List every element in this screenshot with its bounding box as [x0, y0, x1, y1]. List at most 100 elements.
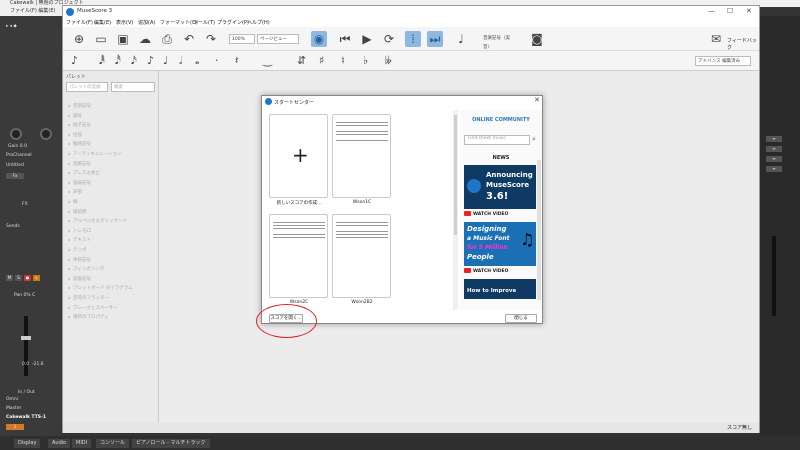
menu-file[interactable]: ファイル(F)	[66, 19, 93, 26]
workspace-select[interactable]: アドバンス 編集済み	[695, 56, 751, 66]
duration-16th-icon[interactable]: 𝅘𝅥𝅯	[131, 54, 137, 68]
sharp-icon[interactable]: ♯	[319, 54, 324, 67]
community-scrollbar[interactable]	[537, 160, 541, 300]
menu-help[interactable]: ヘルプ(H)	[247, 19, 270, 26]
undo-icon[interactable]: ↶	[181, 31, 197, 47]
tab-audio[interactable]: Audio	[48, 439, 71, 448]
record-button[interactable]: ●	[24, 275, 31, 281]
gain-knob-right[interactable]	[40, 128, 52, 140]
watch-video-link-1[interactable]: WATCH VIDEO	[464, 211, 508, 217]
palette-item[interactable]: 装飾記号	[73, 161, 91, 167]
dot-icon[interactable]: ·	[215, 54, 219, 67]
palette-item[interactable]: アルペジオ＆グリッサンド	[73, 218, 127, 224]
feedback-label[interactable]: フィードバック	[727, 37, 759, 51]
metronome-icon[interactable]: ♩	[453, 31, 469, 47]
palette-item[interactable]: 声部	[73, 189, 82, 195]
feedback-mail-icon[interactable]: ✉	[708, 31, 724, 47]
new-score-card[interactable]: +	[269, 114, 328, 198]
search-icon[interactable]: ⌕	[532, 135, 536, 144]
promo-musescore-36[interactable]: Announcing MuseScore 3.6!	[464, 165, 536, 209]
palette-item[interactable]: 音符のフラッター	[73, 295, 109, 301]
palette-search-input[interactable]: 検索	[111, 82, 155, 92]
menu-view[interactable]: 表示(V)	[116, 19, 133, 26]
palette-item[interactable]: テキスト	[73, 237, 91, 243]
cakewalk-menubar[interactable]: ファイル(F) 編集(E)	[0, 7, 62, 16]
view-mode-select[interactable]: ページビュー	[257, 34, 299, 44]
loop-icon[interactable]: ⟳	[381, 31, 397, 47]
duration-quarter-icon[interactable]: ♩	[163, 54, 168, 67]
print-icon[interactable]: ⎙	[159, 31, 175, 47]
score-card-3[interactable]	[332, 214, 391, 298]
solo-button[interactable]: S	[15, 275, 22, 281]
mute-button[interactable]: M	[6, 275, 13, 281]
rewind-icon[interactable]: ⏮	[337, 31, 353, 47]
palette-item[interactable]: 括弧	[73, 132, 82, 138]
cloud-upload-icon[interactable]: ☁	[137, 31, 153, 47]
concert-pitch-label[interactable]: 音楽記号（実音）	[481, 34, 515, 50]
new-score-icon[interactable]: ⊕	[71, 31, 87, 47]
palette-item[interactable]: トレモロ	[73, 228, 91, 234]
score-card-3-label[interactable]: Wson2B2	[327, 300, 397, 305]
note-input-icon[interactable]: ♪	[71, 54, 78, 67]
add-palette-button[interactable]: パレットの追加	[66, 82, 108, 92]
palette-item[interactable]: 線装飾	[73, 209, 87, 215]
zoom-select[interactable]: 100%	[229, 34, 255, 44]
close-icon[interactable]: ✕	[746, 7, 752, 15]
score-grid-scrollbar[interactable]	[453, 110, 458, 310]
palette-item[interactable]: 線	[73, 199, 78, 205]
palette-item[interactable]: 強弱記号	[73, 180, 91, 186]
score-card-2[interactable]	[269, 214, 328, 298]
new-score-label[interactable]: 新しいスコアの作成...	[264, 200, 334, 206]
palette-item[interactable]: 休符記号	[73, 257, 91, 263]
palette-item[interactable]: ブレス＆休止	[73, 170, 100, 176]
loop-out-icon[interactable]: ⏭	[427, 31, 443, 47]
palette-item[interactable]: フレットボード ダイアグラム	[73, 285, 133, 291]
rest-icon[interactable]: 𝄽	[235, 54, 238, 68]
menu-edit[interactable]: 編集(E)	[94, 19, 111, 26]
minimize-icon[interactable]: —	[708, 7, 715, 15]
input-select[interactable]: Omni	[6, 397, 18, 402]
playback-settings-icon[interactable]: ◉	[311, 31, 327, 47]
play-icon[interactable]: ▶	[359, 31, 375, 47]
palette-item[interactable]: アーティキュレーション	[73, 151, 122, 157]
volume-fader-handle[interactable]	[21, 336, 31, 340]
palette-item[interactable]: 音部記号	[73, 103, 91, 109]
close-button[interactable]: 閉じる	[505, 314, 537, 323]
score-card-1-label[interactable]: Wson1C	[327, 200, 397, 205]
menu-add[interactable]: 追加(A)	[138, 19, 155, 26]
palette-item[interactable]: フィンガリング	[73, 266, 104, 272]
tie-icon[interactable]: ‿	[263, 54, 272, 67]
save-icon[interactable]: ▣	[115, 31, 131, 47]
palette-item[interactable]: 場所のプロパティ	[73, 314, 109, 320]
menu-plugins[interactable]: プラグイン(P)	[217, 19, 249, 26]
camera-icon[interactable]: ◙	[529, 31, 545, 47]
right-panel-button-2[interactable]: ≡	[766, 146, 782, 152]
score-card-1[interactable]	[332, 114, 391, 198]
open-folder-icon[interactable]: ▭	[93, 31, 109, 47]
volume-fader-track[interactable]	[24, 316, 28, 376]
duration-64th-icon[interactable]: 𝅘𝅥𝅱	[99, 54, 105, 68]
right-panel-button-4[interactable]: ≡	[766, 166, 782, 172]
palette-item[interactable]: 調号	[73, 113, 82, 119]
promo-music-font[interactable]: Designing a Music Font for 5 Million Peo…	[464, 222, 536, 266]
scrollbar-thumb[interactable]	[454, 115, 457, 235]
palette-item[interactable]: 臨時記号	[73, 141, 91, 147]
maximize-icon[interactable]: ☐	[727, 7, 733, 15]
power-button[interactable]: Fx	[6, 173, 24, 179]
dialog-close-icon[interactable]: ✕	[534, 96, 540, 104]
menu-tools[interactable]: ツール(T)	[193, 19, 215, 26]
duration-whole-icon[interactable]: 𝅝	[195, 54, 199, 68]
sheet-music-search-input[interactable]: Find sheet music	[464, 135, 530, 145]
flat-icon[interactable]: ♭	[363, 54, 368, 67]
tab-display[interactable]: Display	[14, 439, 41, 448]
palette-item[interactable]: 反復記号	[73, 276, 91, 282]
tab-midi[interactable]: MIDI	[72, 439, 92, 448]
right-panel-button-1[interactable]: ≡	[766, 136, 782, 142]
flip-icon[interactable]: ⇵	[297, 54, 306, 67]
palette-item[interactable]: テンポ	[73, 247, 87, 253]
double-flat-icon[interactable]: 𝄫	[385, 54, 392, 68]
input-echo-button[interactable]: ◎	[33, 275, 40, 281]
tab-console[interactable]: コンソール	[96, 439, 130, 448]
watch-video-link-2[interactable]: WATCH VIDEO	[464, 268, 508, 274]
loop-in-icon[interactable]: ⁞	[405, 31, 421, 47]
